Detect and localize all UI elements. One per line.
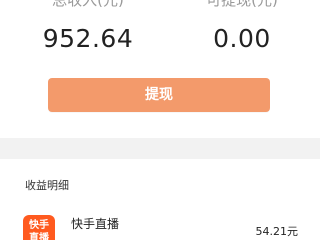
earnings-details: 收益明细 快手 直播 快手直播 54.21元 (0, 159, 320, 240)
withdrawable-label: 可提现(元) (206, 0, 278, 9)
total-income-value: 952.64 (42, 24, 134, 53)
item-amount: 54.21元 (255, 225, 299, 238)
total-income-label: 总收入(元) (52, 0, 124, 9)
withdraw-button[interactable]: 提现 (48, 78, 270, 112)
item-name: 快手直播 (71, 217, 120, 231)
withdrawable-value: 0.00 (213, 24, 271, 53)
logo-text-line1: 快手 (29, 220, 49, 231)
details-title: 收益明细 (25, 179, 69, 192)
earnings-summary: 总收入(元) 952.64 可提现(元) 0.00 提现 (0, 0, 320, 138)
list-item[interactable]: 快手 直播 快手直播 54.21元 (0, 209, 320, 240)
section-divider (0, 138, 320, 159)
earnings-screen: 总收入(元) 952.64 可提现(元) 0.00 提现 收益明细 快手 直播 … (0, 0, 320, 240)
kuaishou-live-logo: 快手 直播 (23, 215, 55, 240)
logo-text-line2: 直播 (29, 233, 49, 240)
